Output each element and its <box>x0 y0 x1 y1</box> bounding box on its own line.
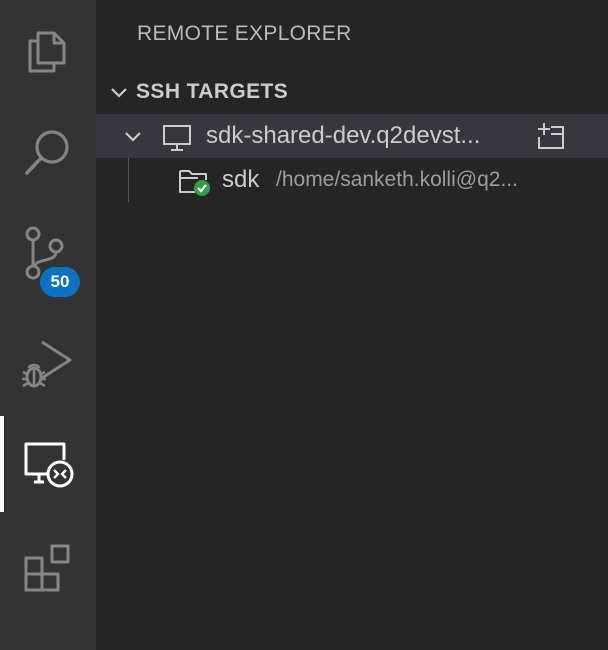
source-control-badge: 50 <box>40 267 80 297</box>
ssh-host-row[interactable]: sdk-shared-dev.q2devst... <box>96 114 608 158</box>
files-icon <box>28 31 66 73</box>
ssh-host-label: sdk-shared-dev.q2devst... <box>206 122 481 149</box>
new-window-icon <box>538 123 564 149</box>
folder-connected-icon <box>179 170 210 196</box>
remote-explorer-icon <box>24 442 74 488</box>
activity-source-control[interactable]: 50 <box>0 208 96 304</box>
activity-search[interactable] <box>0 104 96 200</box>
open-in-new-window-button[interactable] <box>534 120 568 152</box>
ssh-targets-section-header[interactable]: SSH TARGETS <box>96 70 608 114</box>
side-bar: REMOTE EXPLORER SSH TARGETS sdk-shared-d… <box>96 0 608 650</box>
activity-remote-explorer[interactable] <box>0 416 96 512</box>
activity-bar: 50 <box>0 0 96 650</box>
chevron-down-icon <box>125 132 141 142</box>
activity-extensions[interactable] <box>0 520 96 616</box>
vscode-window: 50 REMOTE EXPLORER SSH TARGETS sdk-share… <box>0 0 608 650</box>
ssh-folder-row[interactable]: sdk /home/sanketh.kolli@q2... <box>96 158 608 202</box>
section-label: SSH TARGETS <box>136 80 289 103</box>
run-debug-icon <box>22 340 72 388</box>
monitor-icon <box>163 125 191 151</box>
activity-run-debug[interactable] <box>0 312 96 408</box>
chevron-down-icon <box>111 88 127 98</box>
extensions-icon <box>24 544 70 592</box>
folder-label: sdk <box>222 166 260 193</box>
activity-explorer[interactable] <box>0 0 96 96</box>
side-bar-title: REMOTE EXPLORER <box>137 22 352 45</box>
search-icon <box>25 130 69 175</box>
folder-path: /home/sanketh.kolli@q2... <box>276 168 518 191</box>
